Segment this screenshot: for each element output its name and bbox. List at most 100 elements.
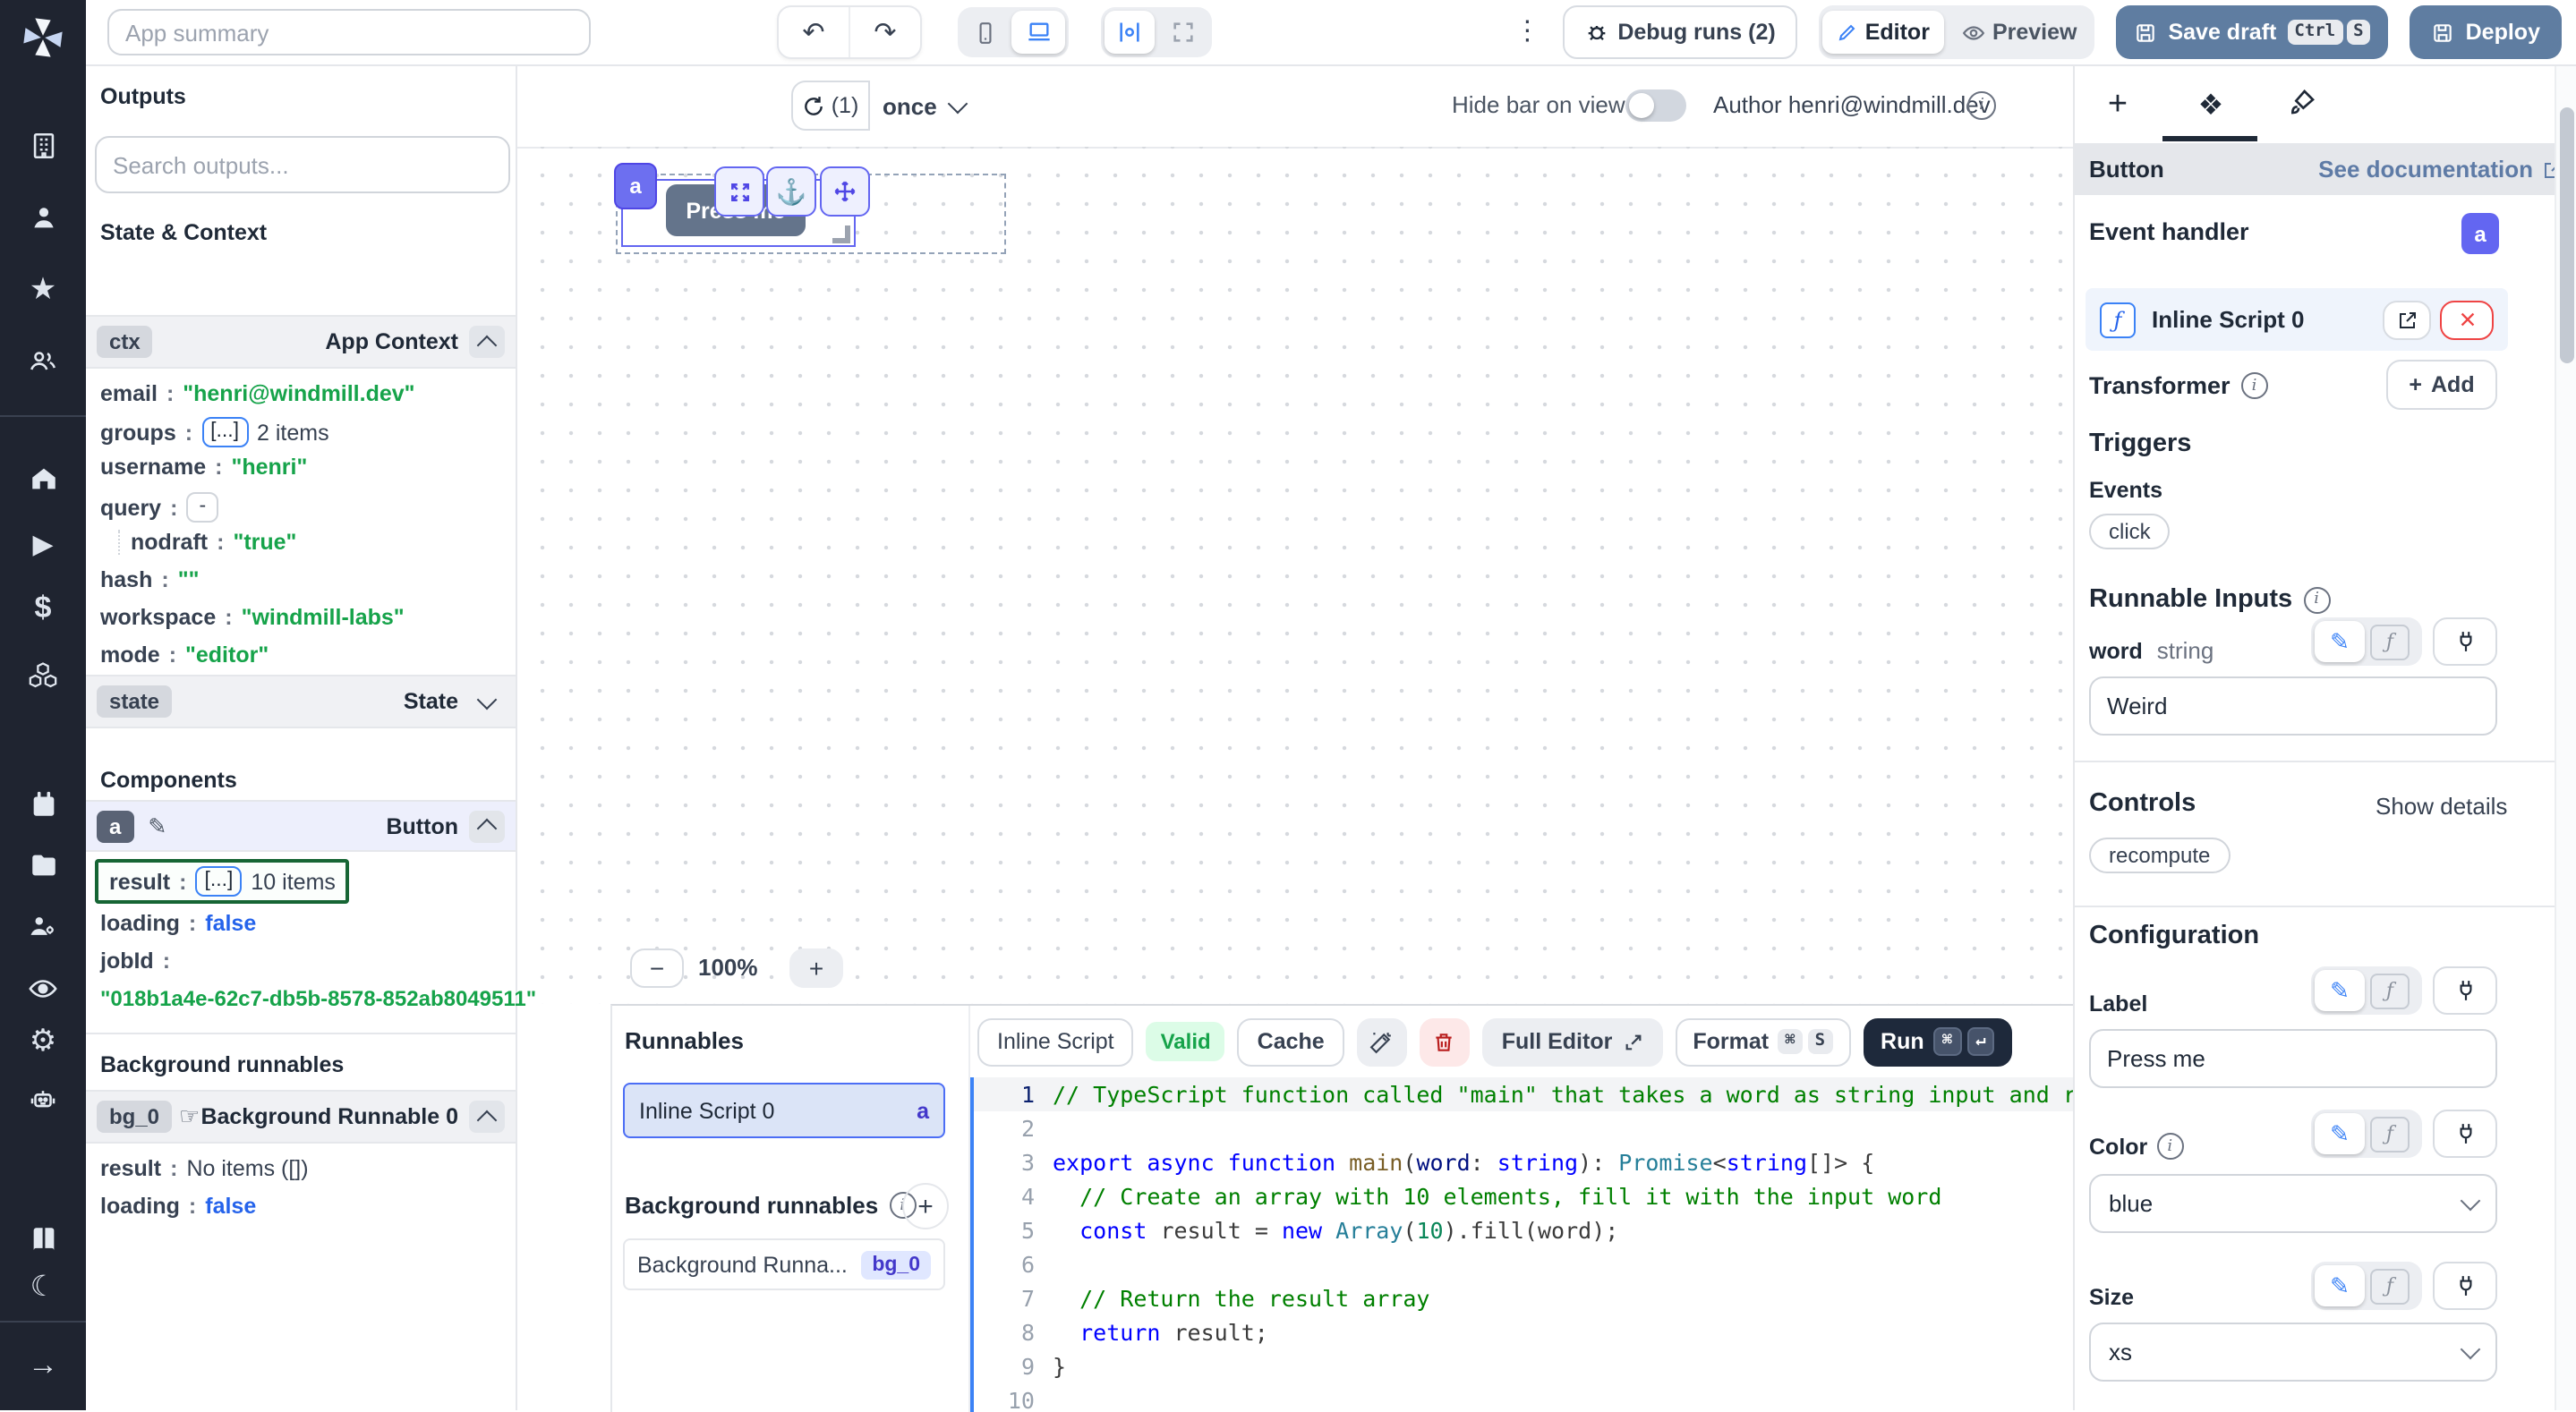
mobile-view-button[interactable]: [961, 11, 1008, 54]
person-icon[interactable]: [0, 190, 86, 243]
see-documentation-link[interactable]: See documentation: [2318, 156, 2563, 183]
static-mode-button[interactable]: ✎: [2315, 621, 2365, 662]
anchor-component-button[interactable]: ⚓: [766, 166, 816, 217]
code-line[interactable]: 9}: [974, 1349, 2078, 1383]
remove-script-button[interactable]: [2440, 300, 2494, 339]
user-gear-icon[interactable]: [0, 898, 86, 952]
code-line[interactable]: 3export async function main(word: string…: [974, 1145, 2078, 1179]
word-connect-button[interactable]: [2433, 617, 2497, 666]
open-script-button[interactable]: [2383, 300, 2431, 339]
size-select[interactable]: xs: [2089, 1323, 2497, 1382]
runnable-item-selected[interactable]: Inline Script 0 a: [623, 1083, 945, 1138]
code-editor-content[interactable]: 1// TypeScript function called "main" th…: [970, 1077, 2078, 1412]
add-transformer-button[interactable]: + Add: [2386, 360, 2497, 410]
tab-editor[interactable]: Editor: [1822, 11, 1944, 54]
move-component-button[interactable]: [820, 166, 870, 217]
search-outputs-input[interactable]: [95, 136, 510, 193]
expression-mode-button[interactable]: ƒ: [2370, 1268, 2410, 1304]
zoom-out-button[interactable]: −: [630, 948, 684, 988]
expression-mode-button[interactable]: ƒ: [2370, 973, 2410, 1008]
static-mode-button[interactable]: ✎: [2315, 970, 2365, 1011]
state-expand-button[interactable]: [469, 685, 505, 718]
recompute-chip[interactable]: recompute: [2089, 838, 2230, 873]
bg-collapse-button[interactable]: [469, 1101, 505, 1133]
panel-scrollbar-thumb[interactable]: [2560, 107, 2574, 363]
deploy-button[interactable]: Deploy: [2410, 5, 2562, 59]
event-handler-script-row[interactable]: ƒ Inline Script 0: [2086, 288, 2508, 351]
cache-button[interactable]: Cache: [1238, 1017, 1344, 1066]
code-line[interactable]: 4 // Create an array with 10 elements, f…: [974, 1179, 2078, 1213]
label-connect-button[interactable]: [2433, 966, 2497, 1015]
component-collapse-button[interactable]: [469, 810, 505, 842]
code-line[interactable]: 6: [974, 1247, 2078, 1281]
canvas-artboard[interactable]: a ⚓ Press me − 100% +: [517, 147, 2073, 1004]
ctx-section-row[interactable]: ctx App Context: [86, 315, 516, 369]
script-name-button[interactable]: Inline Script: [977, 1017, 1134, 1066]
code-line[interactable]: 1// TypeScript function called "main" th…: [974, 1077, 2078, 1111]
panel-scrollbar-track[interactable]: [2555, 64, 2576, 1410]
gear-icon[interactable]: ⚙: [0, 1015, 86, 1068]
info-icon[interactable]: i: [2156, 1133, 2183, 1160]
code-line[interactable]: 5 const result = new Array(10).fill(word…: [974, 1213, 2078, 1247]
empty-chip[interactable]: -: [186, 492, 218, 523]
tab-insert-component[interactable]: +: [2096, 86, 2139, 125]
book-icon[interactable]: [0, 1212, 86, 1265]
frequency-select[interactable]: once: [883, 81, 966, 131]
add-bg-runnable-button[interactable]: +: [902, 1183, 949, 1229]
tab-component-settings[interactable]: ❖: [2189, 88, 2232, 123]
desktop-view-button[interactable]: [1011, 11, 1065, 54]
code-line[interactable]: 2: [974, 1111, 2078, 1145]
color-connect-button[interactable]: [2433, 1110, 2497, 1158]
static-mode-button[interactable]: ✎: [2315, 1113, 2365, 1154]
expression-mode-button[interactable]: ƒ: [2370, 624, 2410, 659]
debug-runs-button[interactable]: Debug runs (2): [1562, 5, 1796, 59]
state-section-row[interactable]: state State: [86, 675, 516, 728]
play-icon[interactable]: ▶: [0, 517, 86, 571]
dollar-icon[interactable]: $: [0, 582, 86, 635]
align-center-button[interactable]: [1105, 11, 1155, 54]
robot-icon[interactable]: [0, 1072, 86, 1126]
label-value-input[interactable]: [2089, 1029, 2497, 1088]
undo-button[interactable]: ↶: [779, 7, 850, 57]
zoom-in-button[interactable]: +: [789, 948, 843, 988]
more-menu-button[interactable]: ⋮: [1514, 25, 1540, 39]
result-output-row-highlighted[interactable]: result: [...] 10 items: [95, 859, 350, 904]
windmill-logo-icon[interactable]: [18, 14, 68, 61]
bg-runnable-row[interactable]: bg_0 ☞ Background Runnable 0: [86, 1090, 516, 1144]
ai-assistant-button[interactable]: [1357, 1017, 1407, 1066]
users-icon[interactable]: [0, 333, 86, 387]
save-draft-button[interactable]: Save draft CtrlS: [2116, 5, 2388, 59]
array-chip[interactable]: [...]: [201, 417, 248, 447]
arrow-right-icon[interactable]: →: [0, 1339, 86, 1392]
bg-runnable-item[interactable]: Background Runna... bg_0: [623, 1238, 945, 1290]
resize-handle[interactable]: [832, 225, 850, 243]
show-details-link[interactable]: Show details: [2376, 793, 2507, 820]
refresh-app-button[interactable]: (1): [791, 81, 870, 131]
info-icon[interactable]: i: [1967, 91, 1996, 120]
fullscreen-button[interactable]: [1158, 11, 1208, 54]
format-button[interactable]: Format ⌘S: [1675, 1017, 1850, 1066]
click-event-chip[interactable]: click: [2089, 514, 2171, 549]
app-summary-input[interactable]: [107, 9, 591, 55]
code-line[interactable]: 8 return result;: [974, 1315, 2078, 1349]
moon-icon[interactable]: ☾: [0, 1260, 86, 1314]
folder-icon[interactable]: [0, 838, 86, 891]
calendar-icon[interactable]: [0, 777, 86, 830]
array-chip[interactable]: [...]: [195, 866, 242, 897]
building-icon[interactable]: [0, 118, 86, 172]
color-select[interactable]: blue: [2089, 1174, 2497, 1233]
info-icon[interactable]: i: [2241, 372, 2268, 399]
info-icon[interactable]: i: [2303, 586, 2330, 613]
code-line[interactable]: 10: [974, 1383, 2078, 1412]
tab-styling[interactable]: [2288, 88, 2316, 116]
button-component-row[interactable]: a ✎ Button: [86, 800, 516, 852]
code-line[interactable]: 7 // Return the result array: [974, 1281, 2078, 1315]
redo-button[interactable]: ↷: [850, 7, 920, 57]
tab-preview[interactable]: Preview: [1948, 11, 2092, 54]
cubes-icon[interactable]: [0, 648, 86, 702]
run-button[interactable]: Run ⌘↵: [1863, 1017, 2013, 1066]
expression-mode-button[interactable]: ƒ: [2370, 1116, 2410, 1152]
eye-icon[interactable]: [0, 961, 86, 1015]
static-mode-button[interactable]: ✎: [2315, 1265, 2365, 1306]
hide-bar-toggle[interactable]: [1625, 89, 1686, 122]
